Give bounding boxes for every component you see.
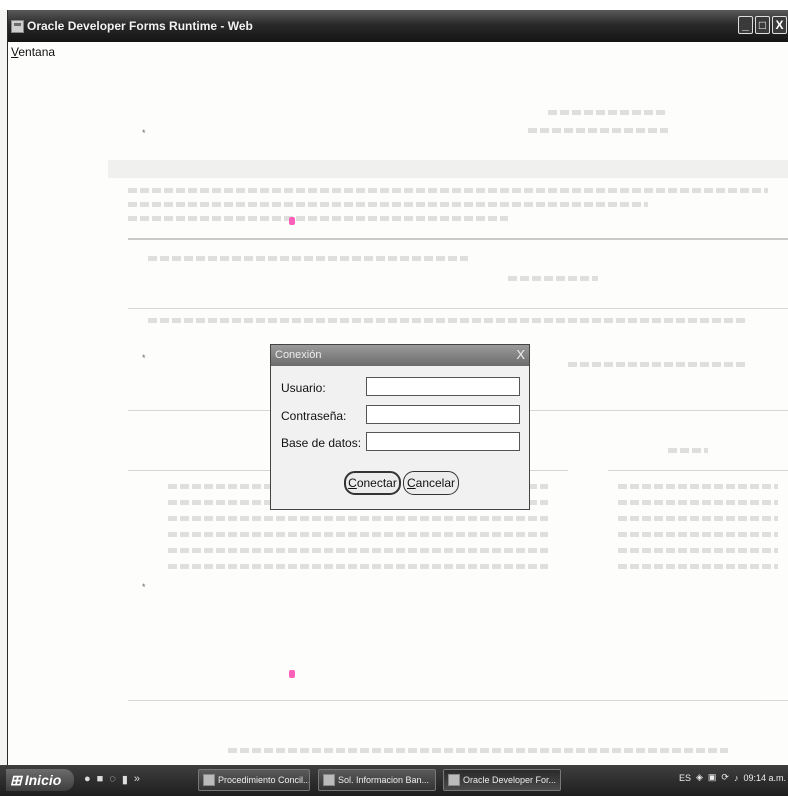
bg-text	[528, 128, 668, 133]
start-label: Inicio	[24, 772, 62, 788]
quick-launch-icon[interactable]: ■	[97, 773, 104, 786]
system-tray: ES ◈ ▣ ⟳ ♪ 09:14 a.m.	[679, 772, 786, 783]
taskbar: ⊞ Inicio ● ■ ◌ ▮ » Procedimiento Concil.…	[0, 765, 788, 796]
bg-text	[568, 362, 748, 367]
quick-launch-icon[interactable]: ◌	[109, 773, 116, 786]
database-input[interactable]	[366, 432, 520, 451]
browser-icon	[323, 774, 335, 786]
quick-launch-expand-icon[interactable]: »	[134, 773, 140, 786]
taskbar-item[interactable]: Oracle Developer For...	[443, 769, 561, 791]
clock[interactable]: 09:14 a.m.	[743, 773, 786, 783]
bg-text	[168, 532, 548, 537]
bg-text	[618, 500, 778, 505]
taskbar-item-label: Oracle Developer For...	[463, 775, 557, 785]
window-titlebar[interactable]: Oracle Developer Forms Runtime - Web _ □…	[8, 10, 788, 42]
bg-bullet: *	[142, 128, 146, 138]
bg-bullet: *	[142, 582, 146, 592]
bg-text	[128, 216, 508, 221]
bg-text	[548, 110, 668, 115]
minimize-button[interactable]: _	[738, 16, 753, 34]
bg-rule	[128, 700, 788, 701]
pink-marker	[289, 217, 295, 225]
photo-edge	[0, 0, 788, 10]
dialog-titlebar[interactable]: Conexión X	[271, 345, 529, 366]
monitor-icon[interactable]: ▣	[708, 772, 717, 783]
taskbar-item-label: Procedimiento Concil...	[218, 775, 310, 785]
taskbar-item[interactable]: Sol. Informacion Ban...	[318, 769, 436, 791]
menu-item-ventana[interactable]: Ventana	[11, 45, 55, 59]
bg-text	[618, 516, 778, 521]
close-button[interactable]: X	[772, 16, 787, 34]
quick-launch: ● ■ ◌ ▮ »	[84, 773, 140, 786]
bg-text	[668, 448, 708, 453]
bg-text	[128, 202, 648, 207]
language-indicator[interactable]: ES	[679, 773, 691, 783]
bg-text	[148, 318, 748, 323]
menu-bar: Ventana	[8, 42, 788, 60]
window-title: Oracle Developer Forms Runtime - Web	[27, 19, 253, 33]
bg-text	[168, 516, 548, 521]
java-app-icon	[448, 774, 460, 786]
pink-marker	[289, 670, 295, 678]
bg-text	[148, 256, 468, 261]
taskbar-item-label: Sol. Informacion Ban...	[338, 775, 430, 785]
document-icon	[203, 774, 215, 786]
bg-text	[508, 276, 598, 281]
bg-text	[618, 532, 778, 537]
taskbar-item[interactable]: Procedimiento Concil...	[198, 769, 310, 791]
quick-launch-icon[interactable]: ●	[84, 773, 91, 786]
bg-rule	[128, 238, 788, 240]
cancel-button[interactable]: Cancelar	[403, 471, 459, 495]
bg-rule	[128, 308, 788, 309]
sync-icon[interactable]: ⟳	[721, 772, 729, 783]
connection-dialog: Conexión X Usuario: Contraseña: Base de …	[270, 344, 530, 510]
window-controls: _ □ X	[738, 16, 787, 34]
database-label: Base de datos:	[281, 436, 362, 450]
bg-header-band	[108, 160, 788, 178]
password-label: Contraseña:	[281, 409, 347, 423]
dialog-title: Conexión	[275, 349, 322, 361]
bg-text	[228, 748, 728, 753]
bg-text	[618, 548, 778, 553]
maximize-button[interactable]: □	[755, 16, 770, 34]
bg-rule	[608, 470, 788, 471]
bg-text	[168, 564, 548, 569]
java-app-icon	[11, 19, 24, 33]
network-icon[interactable]: ◈	[696, 772, 703, 783]
connect-button[interactable]: Conectar	[344, 471, 401, 495]
bg-text	[618, 484, 778, 489]
user-input[interactable]	[366, 377, 520, 396]
user-label: Usuario:	[281, 381, 326, 395]
start-button[interactable]: ⊞ Inicio	[6, 769, 74, 791]
bg-text	[128, 188, 768, 193]
quick-launch-icon[interactable]: ▮	[122, 773, 128, 786]
bg-text	[618, 564, 778, 569]
bg-bullet: *	[142, 353, 146, 363]
windows-logo-icon: ⊞	[10, 771, 22, 788]
password-input[interactable]	[366, 405, 520, 424]
volume-icon[interactable]: ♪	[734, 773, 739, 783]
dialog-close-icon[interactable]: X	[516, 347, 525, 362]
bg-text	[168, 548, 548, 553]
